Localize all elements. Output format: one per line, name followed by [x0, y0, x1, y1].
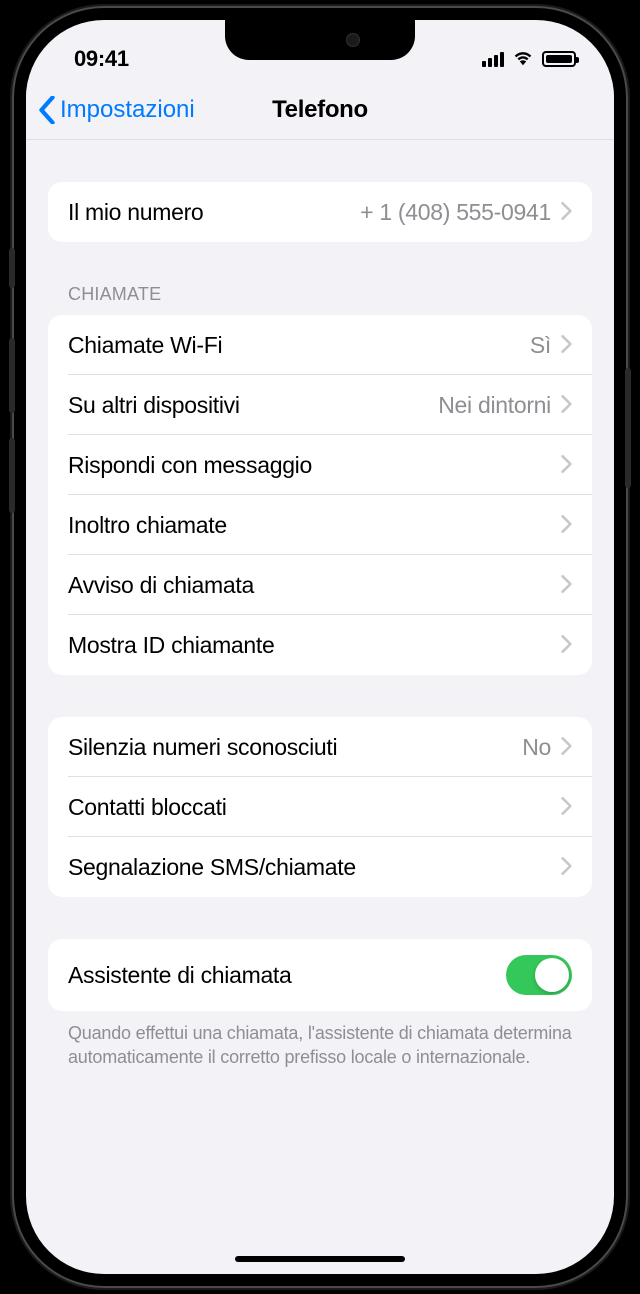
row-blocked-contacts[interactable]: Contatti bloccati: [48, 777, 592, 837]
battery-icon: [542, 51, 576, 67]
wifi-icon: [512, 46, 534, 72]
row-silence-unknown[interactable]: Silenzia numeri sconosciuti No: [48, 717, 592, 777]
status-time: 09:41: [74, 46, 129, 72]
row-label: Contatti bloccati: [68, 794, 227, 821]
row-label: Inoltro chiamate: [68, 512, 227, 539]
volume-down-button: [9, 438, 15, 513]
row-label: Avviso di chiamata: [68, 572, 254, 599]
back-button[interactable]: Impostazioni: [38, 96, 195, 124]
section-silence: Silenzia numeri sconosciuti No Contatti …: [48, 717, 592, 897]
chevron-right-icon: [561, 572, 572, 599]
chevron-right-icon: [561, 632, 572, 659]
row-my-number[interactable]: Il mio numero + 1 (408) 555-0941: [48, 182, 592, 242]
volume-up-button: [9, 338, 15, 413]
chevron-right-icon: [561, 734, 572, 761]
row-value: Sì: [530, 332, 551, 359]
chevron-right-icon: [561, 512, 572, 539]
row-sms-call-reporting[interactable]: Segnalazione SMS/chiamate: [48, 837, 592, 897]
row-wifi-calling[interactable]: Chiamate Wi-Fi Sì: [48, 315, 592, 375]
settings-content: Il mio numero + 1 (408) 555-0941 CHIAMAT…: [26, 182, 614, 1070]
section-calls: CHIAMATE Chiamate Wi-Fi Sì Su altri disp…: [48, 284, 592, 675]
row-show-caller-id[interactable]: Mostra ID chiamante: [48, 615, 592, 675]
row-label: Mostra ID chiamante: [68, 632, 275, 659]
row-label: Rispondi con messaggio: [68, 452, 312, 479]
row-label: Chiamate Wi-Fi: [68, 332, 222, 359]
back-label: Impostazioni: [60, 96, 195, 124]
cellular-signal-icon: [482, 52, 504, 67]
chevron-right-icon: [561, 854, 572, 881]
notch: [225, 20, 415, 60]
row-respond-with-text[interactable]: Rispondi con messaggio: [48, 435, 592, 495]
status-indicators: [482, 46, 576, 72]
toggle-knob: [535, 958, 569, 992]
page-title: Telefono: [272, 96, 368, 124]
chevron-right-icon: [561, 452, 572, 479]
home-indicator[interactable]: [235, 1256, 405, 1262]
navigation-bar: Impostazioni Telefono: [26, 80, 614, 140]
section-footer-text: Quando effettui una chiamata, l'assisten…: [48, 1011, 592, 1070]
section-header: CHIAMATE: [68, 284, 592, 305]
row-label: Silenzia numeri sconosciuti: [68, 734, 337, 761]
row-value: No: [522, 734, 551, 761]
chevron-right-icon: [561, 199, 572, 226]
row-label: Il mio numero: [68, 199, 203, 226]
dial-assist-toggle[interactable]: [506, 955, 572, 995]
chevron-right-icon: [561, 794, 572, 821]
row-call-forwarding[interactable]: Inoltro chiamate: [48, 495, 592, 555]
row-label: Su altri dispositivi: [68, 392, 240, 419]
row-call-waiting[interactable]: Avviso di chiamata: [48, 555, 592, 615]
row-dial-assist: Assistente di chiamata: [48, 939, 592, 1011]
screen: 09:41: [26, 20, 614, 1274]
power-button: [625, 368, 631, 488]
row-label: Assistente di chiamata: [68, 962, 292, 989]
row-value: Nei dintorni: [438, 392, 551, 419]
silence-switch: [9, 248, 15, 288]
section-my-number: Il mio numero + 1 (408) 555-0941: [48, 182, 592, 242]
row-value: + 1 (408) 555-0941: [360, 199, 551, 226]
chevron-right-icon: [561, 392, 572, 419]
section-dial-assist: Assistente di chiamata Quando effettui u…: [48, 939, 592, 1070]
row-other-devices[interactable]: Su altri dispositivi Nei dintorni: [48, 375, 592, 435]
row-label: Segnalazione SMS/chiamate: [68, 854, 356, 881]
phone-device-frame: 09:41: [14, 8, 626, 1286]
chevron-left-icon: [38, 96, 56, 124]
chevron-right-icon: [561, 332, 572, 359]
